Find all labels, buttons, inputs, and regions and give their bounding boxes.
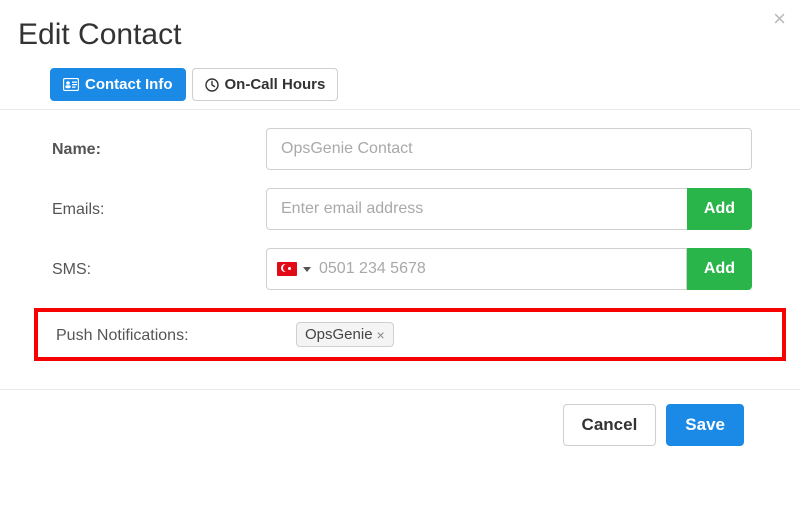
tab-bar: Contact Info On-Call Hours xyxy=(50,68,782,101)
add-sms-button[interactable]: Add xyxy=(687,248,752,290)
chevron-down-icon[interactable] xyxy=(303,267,311,272)
clock-icon xyxy=(205,78,219,92)
country-flag-icon[interactable] xyxy=(277,262,297,276)
row-push: Push Notifications: OpsGenie × xyxy=(48,322,754,347)
push-tag-opsgenie: OpsGenie × xyxy=(296,322,394,347)
sms-placeholder: 0501 234 5678 xyxy=(319,260,426,278)
remove-tag-icon[interactable]: × xyxy=(377,328,385,342)
dialog-title: Edit Contact xyxy=(18,18,782,52)
add-email-button[interactable]: Add xyxy=(687,188,752,230)
tab-oncall-hours[interactable]: On-Call Hours xyxy=(192,68,339,101)
name-input[interactable] xyxy=(266,128,752,170)
sms-input[interactable]: 0501 234 5678 xyxy=(266,248,687,290)
label-sms: SMS: xyxy=(52,259,266,279)
push-tag-area[interactable]: OpsGenie × xyxy=(288,322,754,347)
contact-card-icon xyxy=(63,78,79,91)
label-emails: Emails: xyxy=(52,199,266,219)
row-sms: SMS: 0501 234 5678 Add xyxy=(52,248,752,290)
label-name: Name: xyxy=(52,139,266,159)
tab-contact-info-label: Contact Info xyxy=(85,76,173,93)
tab-oncall-hours-label: On-Call Hours xyxy=(225,76,326,93)
tab-divider xyxy=(0,109,800,110)
row-emails: Emails: Add xyxy=(52,188,752,230)
row-name: Name: xyxy=(52,128,752,170)
push-highlight-box: Push Notifications: OpsGenie × xyxy=(34,308,786,361)
cancel-button[interactable]: Cancel xyxy=(563,404,657,446)
push-tag-label: OpsGenie xyxy=(305,326,373,343)
save-button[interactable]: Save xyxy=(666,404,744,446)
dialog-footer: Cancel Save xyxy=(18,404,782,446)
email-input[interactable] xyxy=(266,188,687,230)
close-icon[interactable]: × xyxy=(773,8,786,30)
footer-divider xyxy=(0,389,800,390)
tab-contact-info[interactable]: Contact Info xyxy=(50,68,186,101)
label-push: Push Notifications: xyxy=(56,325,288,345)
